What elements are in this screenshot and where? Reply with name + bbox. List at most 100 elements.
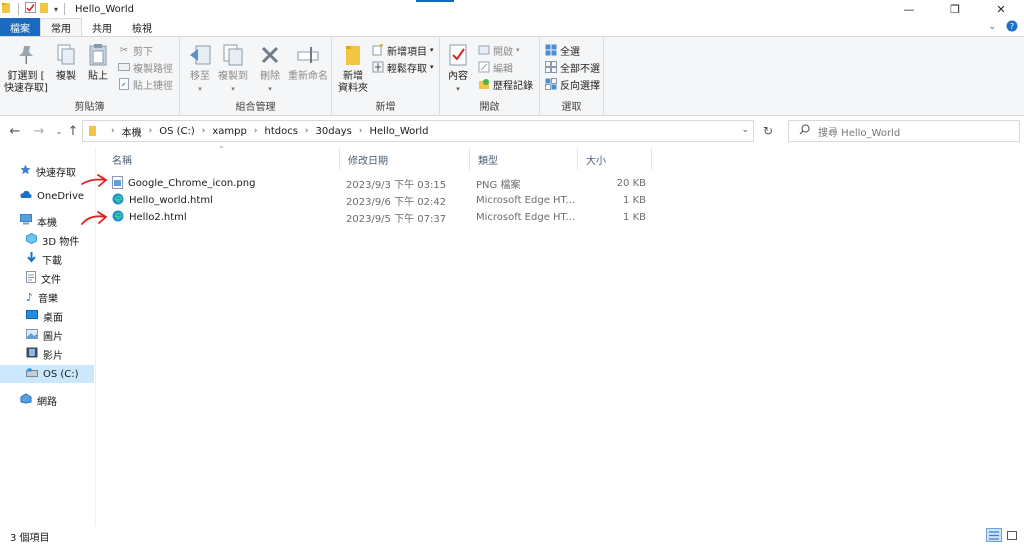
paste-shortcut-icon: [118, 78, 130, 90]
video-icon: [26, 347, 38, 361]
paste-shortcut-button[interactable]: 貼上捷徑: [118, 76, 173, 92]
customize-toolbar-icon[interactable]: ▾: [54, 5, 58, 14]
new-item-label: 新增項目: [387, 46, 427, 58]
file-row[interactable]: Hello2.html 2023/9/5 下午 07:37 Microsoft …: [104, 209, 652, 226]
sidebar-item-os-drive[interactable]: OS (C:): [0, 365, 94, 383]
breadcrumb-separator[interactable]: ›: [254, 126, 258, 136]
properties-dropdown-icon: ▾: [456, 85, 460, 93]
up-button[interactable]: ↑: [62, 120, 84, 142]
refresh-button[interactable]: ↻: [758, 121, 778, 141]
rename-button[interactable]: 重新命名: [286, 41, 330, 83]
breadcrumb-hello-world[interactable]: Hello_World: [369, 126, 428, 137]
copy-to-icon: [219, 41, 247, 69]
folder-icon[interactable]: [2, 2, 12, 17]
open-button[interactable]: 開啟 ▾: [478, 42, 520, 58]
file-name-cell: Google_Chrome_icon.png: [112, 175, 255, 192]
cut-button[interactable]: ✂ 剪下: [118, 42, 153, 58]
file-name-cell: Hello_world.html: [112, 192, 213, 209]
delete-label: 刪除: [260, 71, 280, 82]
address-dropdown-icon[interactable]: ⌄: [741, 125, 749, 135]
select-all-button[interactable]: 全選: [545, 42, 580, 58]
delete-dropdown-icon: ▾: [268, 85, 272, 93]
large-icons-view-button[interactable]: [1004, 528, 1020, 542]
sidebar-item-downloads[interactable]: 下載: [26, 250, 62, 268]
breadcrumb-xampp[interactable]: xampp: [212, 126, 246, 137]
sidebar-item-pictures[interactable]: 圖片: [26, 326, 63, 344]
ribbon: 釘選到 [ 快速存取] 複製 貼上 ✂ 剪下 複製路徑 貼上捷徑 剪貼簿 移至 …: [0, 36, 1024, 116]
restore-button[interactable]: ❐: [932, 0, 978, 18]
pin-quick-access-label: 釘選到 [ 快速存取]: [4, 71, 48, 94]
sidebar-item-label: 文件: [41, 274, 61, 286]
search-icon: [799, 124, 810, 138]
new-item-button[interactable]: 新增項目 ▾: [372, 42, 434, 58]
tab-share[interactable]: 共用: [82, 18, 122, 36]
easy-access-icon: [372, 61, 384, 73]
details-view-button[interactable]: [986, 528, 1002, 542]
group-clipboard: 釘選到 [ 快速存取] 複製 貼上 ✂ 剪下 複製路徑 貼上捷徑 剪貼簿: [0, 37, 180, 115]
minimize-button[interactable]: —: [886, 0, 932, 18]
history-button[interactable]: 歷程記錄: [478, 76, 533, 92]
sidebar-item-quick-access[interactable]: 快速存取: [20, 162, 76, 180]
breadcrumb-this-pc[interactable]: 本機: [122, 124, 142, 139]
invert-selection-button[interactable]: 反向選擇: [545, 76, 600, 92]
sidebar-item-music[interactable]: ♪ 音樂: [26, 288, 58, 306]
breadcrumb-30days[interactable]: 30days: [316, 126, 352, 137]
sidebar-item-this-pc[interactable]: 本機: [20, 212, 57, 230]
sidebar-item-network[interactable]: 網路: [20, 391, 57, 409]
properties-button[interactable]: 內容 ▾: [446, 41, 470, 95]
column-header-size[interactable]: 大小: [578, 148, 652, 170]
open-dropdown-icon: ▾: [516, 46, 520, 54]
file-row[interactable]: Hello_world.html 2023/9/6 下午 02:42 Micro…: [104, 192, 652, 209]
toolbar-divider: [18, 3, 19, 15]
move-to-button[interactable]: 移至 ▾: [186, 41, 214, 95]
breadcrumb-separator[interactable]: ›: [359, 126, 363, 136]
pin-quick-access-button[interactable]: 釘選到 [ 快速存取]: [4, 41, 48, 95]
copy-path-button[interactable]: 複製路徑: [118, 59, 173, 75]
group-label-clipboard: 剪貼簿: [74, 102, 105, 113]
back-button[interactable]: ←: [4, 120, 26, 142]
breadcrumb-os-drive[interactable]: OS (C:): [159, 126, 195, 137]
star-icon: [20, 164, 31, 178]
sidebar-item-3d-objects[interactable]: 3D 物件: [26, 231, 79, 249]
copy-to-button[interactable]: 複製到 ▾: [216, 41, 250, 95]
tab-view[interactable]: 檢視: [122, 18, 162, 36]
breadcrumb-separator[interactable]: ›: [149, 126, 153, 136]
new-folder-button[interactable]: 新增 資料夾: [338, 41, 368, 95]
delete-button[interactable]: 刪除 ▾: [256, 41, 284, 95]
copy-path-icon: [118, 61, 130, 73]
properties-check-icon[interactable]: [25, 2, 36, 16]
column-header-name[interactable]: 名稱: [104, 148, 340, 170]
column-header-modified[interactable]: 修改日期: [340, 148, 470, 170]
title-accent-strip: [416, 0, 454, 2]
breadcrumb-separator[interactable]: ›: [305, 126, 309, 136]
forward-button[interactable]: →: [28, 120, 50, 142]
copy-to-label: 複製到: [218, 71, 248, 82]
breadcrumb-htdocs[interactable]: htdocs: [264, 126, 297, 137]
sidebar-item-documents[interactable]: 文件: [26, 269, 61, 287]
column-header-type[interactable]: 類型: [470, 148, 578, 170]
sidebar-item-desktop[interactable]: 桌面: [26, 307, 63, 325]
tab-home[interactable]: 常用: [40, 18, 82, 36]
address-bar[interactable]: › 本機 › OS (C:) › xampp › htdocs › 30days…: [82, 120, 754, 142]
edit-button[interactable]: 編輯: [478, 59, 513, 75]
sidebar-item-label: OneDrive: [37, 190, 85, 202]
select-none-button[interactable]: 全部不選: [545, 59, 600, 75]
close-button[interactable]: ✕: [978, 0, 1024, 18]
copy-icon: [52, 41, 80, 69]
network-icon: [20, 393, 32, 407]
paste-button[interactable]: 貼上: [84, 41, 112, 83]
sidebar-item-label: 圖片: [43, 331, 63, 343]
breadcrumb-separator[interactable]: ›: [202, 126, 206, 136]
search-box[interactable]: 搜尋 Hello_World: [788, 120, 1020, 142]
easy-access-button[interactable]: 輕鬆存取 ▾: [372, 59, 434, 75]
collapse-ribbon-icon[interactable]: ⌄: [988, 22, 996, 32]
help-icon[interactable]: ?: [1006, 20, 1018, 35]
new-item-dropdown-icon: ▾: [430, 46, 434, 54]
file-row[interactable]: Google_Chrome_icon.png 2023/9/3 下午 03:15…: [104, 175, 652, 192]
group-label-organize: 組合管理: [235, 102, 276, 113]
copy-button[interactable]: 複製: [52, 41, 80, 83]
new-folder-icon[interactable]: [40, 2, 50, 17]
sidebar-item-onedrive[interactable]: OneDrive: [20, 187, 84, 205]
sidebar-item-videos[interactable]: 影片: [26, 345, 63, 363]
tab-file[interactable]: 檔案: [0, 18, 40, 36]
